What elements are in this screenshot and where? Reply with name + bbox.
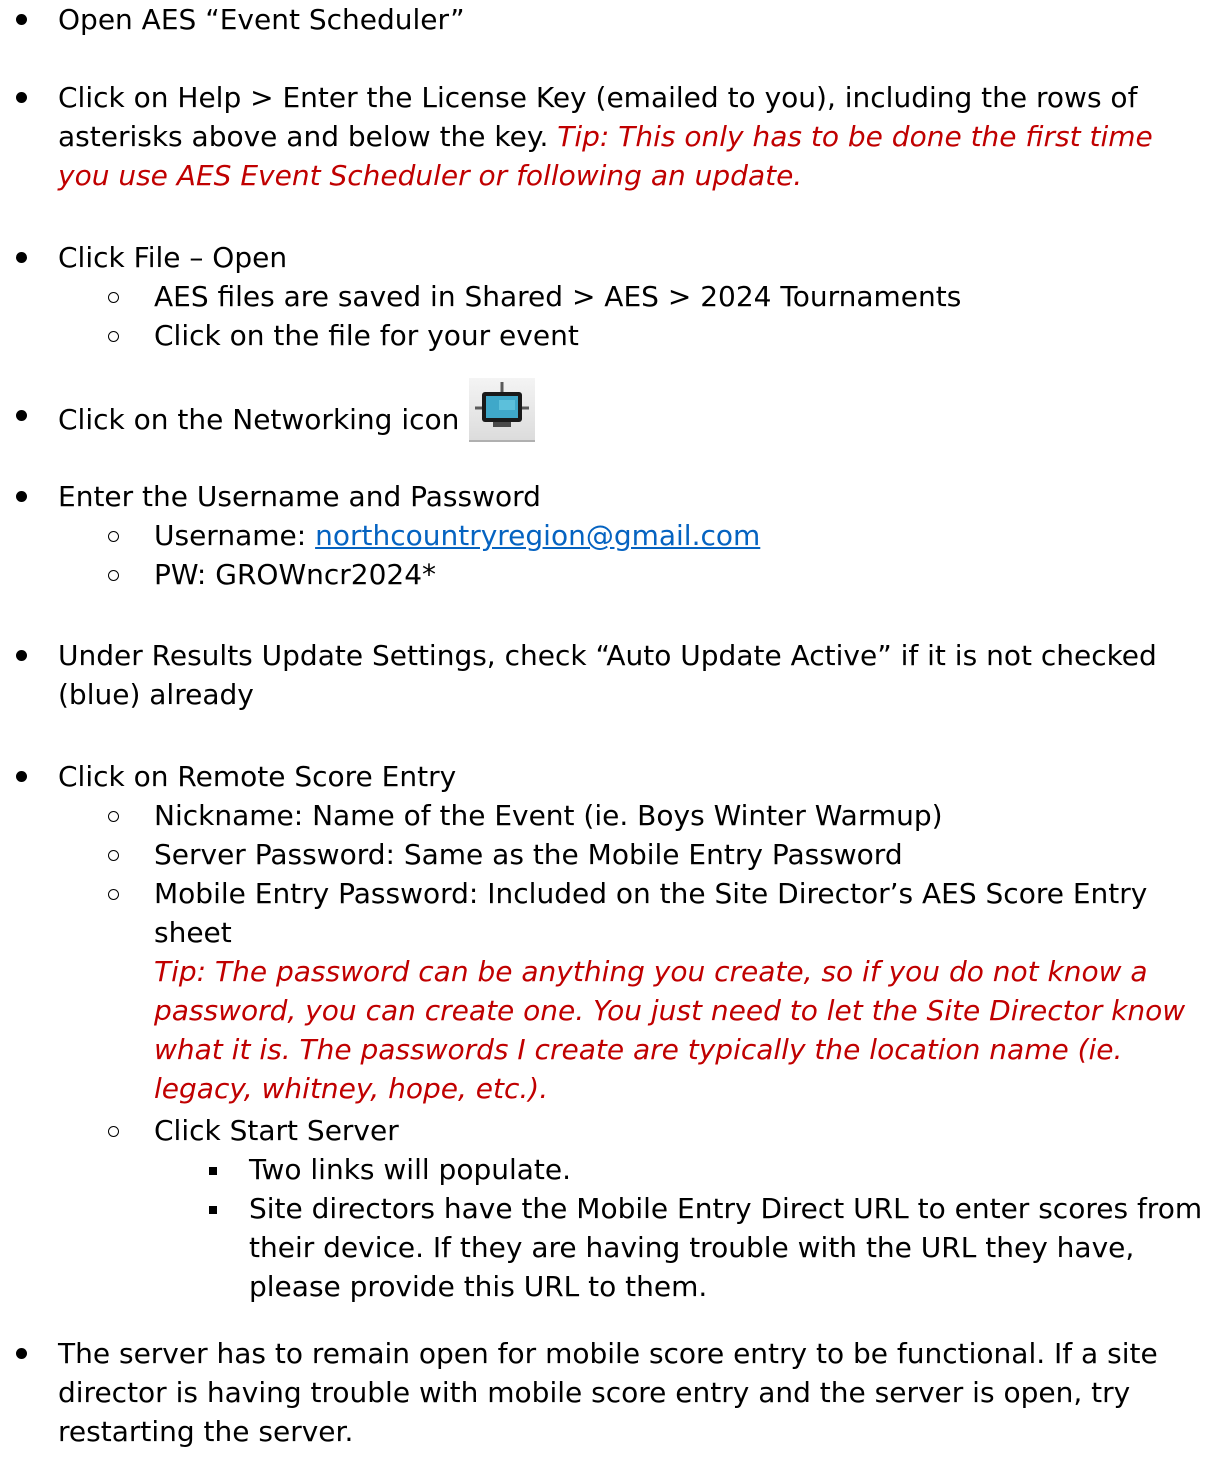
bullet	[16, 252, 27, 263]
username-line: Username: northcountryregion@gmail.com	[154, 516, 1210, 555]
sub-bullet	[108, 850, 119, 861]
step-enter-license-key: Click on Help > Enter the License Key (e…	[58, 78, 1208, 195]
sub-bullet	[108, 331, 119, 342]
step-remote-score-entry: Click on Remote Score Entry	[58, 760, 457, 793]
bullet	[16, 771, 27, 782]
sub-bullet	[108, 531, 119, 542]
step-file-open: Click File – Open	[58, 241, 288, 274]
sub-bullet	[108, 811, 119, 822]
networking-instruction: Click on the Networking icon	[58, 403, 460, 436]
click-event-file-note: Click on the file for your event	[154, 319, 579, 352]
mobile-entry-password-note: Mobile Entry Password: Included on the S…	[154, 874, 1210, 1108]
square-bullet	[209, 1206, 217, 1214]
nickname-note: Nickname: Name of the Event (ie. Boys Wi…	[154, 799, 943, 832]
username-email-link[interactable]: northcountryregion@gmail.com	[315, 519, 760, 552]
bullet	[16, 491, 27, 502]
step-enter-credentials: Enter the Username and Password	[58, 480, 541, 513]
step-server-open-note: The server has to remain open for mobile…	[58, 1337, 1158, 1448]
step-networking-icon: Click on the Networking icon	[58, 378, 1208, 446]
bullet	[16, 14, 27, 25]
bullet	[16, 650, 27, 661]
square-bullet	[209, 1167, 217, 1175]
password-line: PW: GROWncr2024*	[154, 558, 437, 591]
server-password-note: Server Password: Same as the Mobile Entr…	[154, 838, 903, 871]
mobile-entry-url-note: Site directors have the Mobile Entry Dir…	[249, 1192, 1203, 1303]
bullet	[16, 1348, 27, 1359]
file-location-note: AES files are saved in Shared > AES > 20…	[154, 280, 962, 313]
sub-bullet	[108, 570, 119, 581]
step-auto-update: Under Results Update Settings, check “Au…	[58, 639, 1157, 711]
password-tip: Tip: The password can be anything you cr…	[154, 955, 1186, 1105]
step-open-event-scheduler: Open AES “Event Scheduler”	[58, 3, 465, 36]
networking-icon	[469, 378, 536, 442]
sub-bullet	[108, 292, 119, 303]
sub-bullet	[108, 1126, 119, 1137]
username-label: Username:	[154, 519, 316, 552]
sub-bullet	[108, 889, 119, 900]
links-populate-note: Two links will populate.	[249, 1153, 572, 1186]
bullet	[16, 410, 27, 421]
start-server-note: Click Start Server	[154, 1114, 399, 1147]
bullet	[16, 92, 27, 103]
mobile-entry-password-text: Mobile Entry Password: Included on the S…	[154, 877, 1148, 949]
